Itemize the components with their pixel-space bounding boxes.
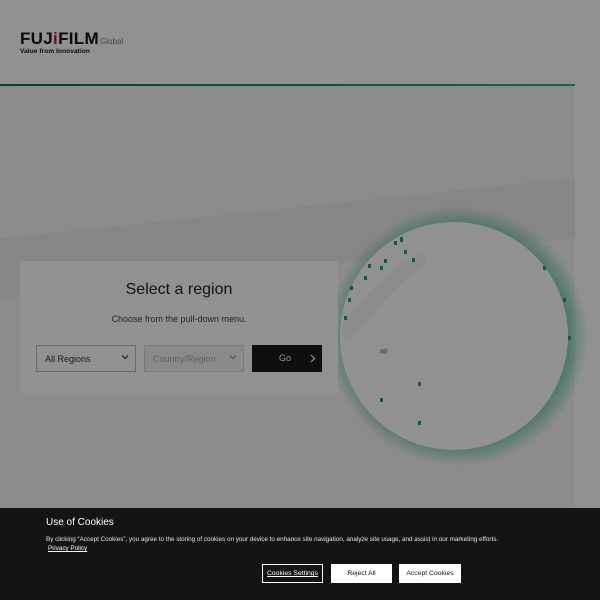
cookie-banner-text: By clicking “Accept Cookies”, you agree … — [46, 536, 499, 543]
cookie-banner-title: Use of Cookies — [46, 517, 114, 528]
reject-all-button[interactable]: Reject All — [331, 564, 392, 583]
accept-cookies-button[interactable]: Accept Cookies — [399, 564, 461, 583]
cookie-banner: Use of Cookies By clicking “Accept Cooki… — [0, 508, 600, 600]
cookies-settings-button[interactable]: Cookies Settings — [262, 564, 323, 583]
privacy-policy-link[interactable]: Privacy Policy — [48, 545, 87, 552]
